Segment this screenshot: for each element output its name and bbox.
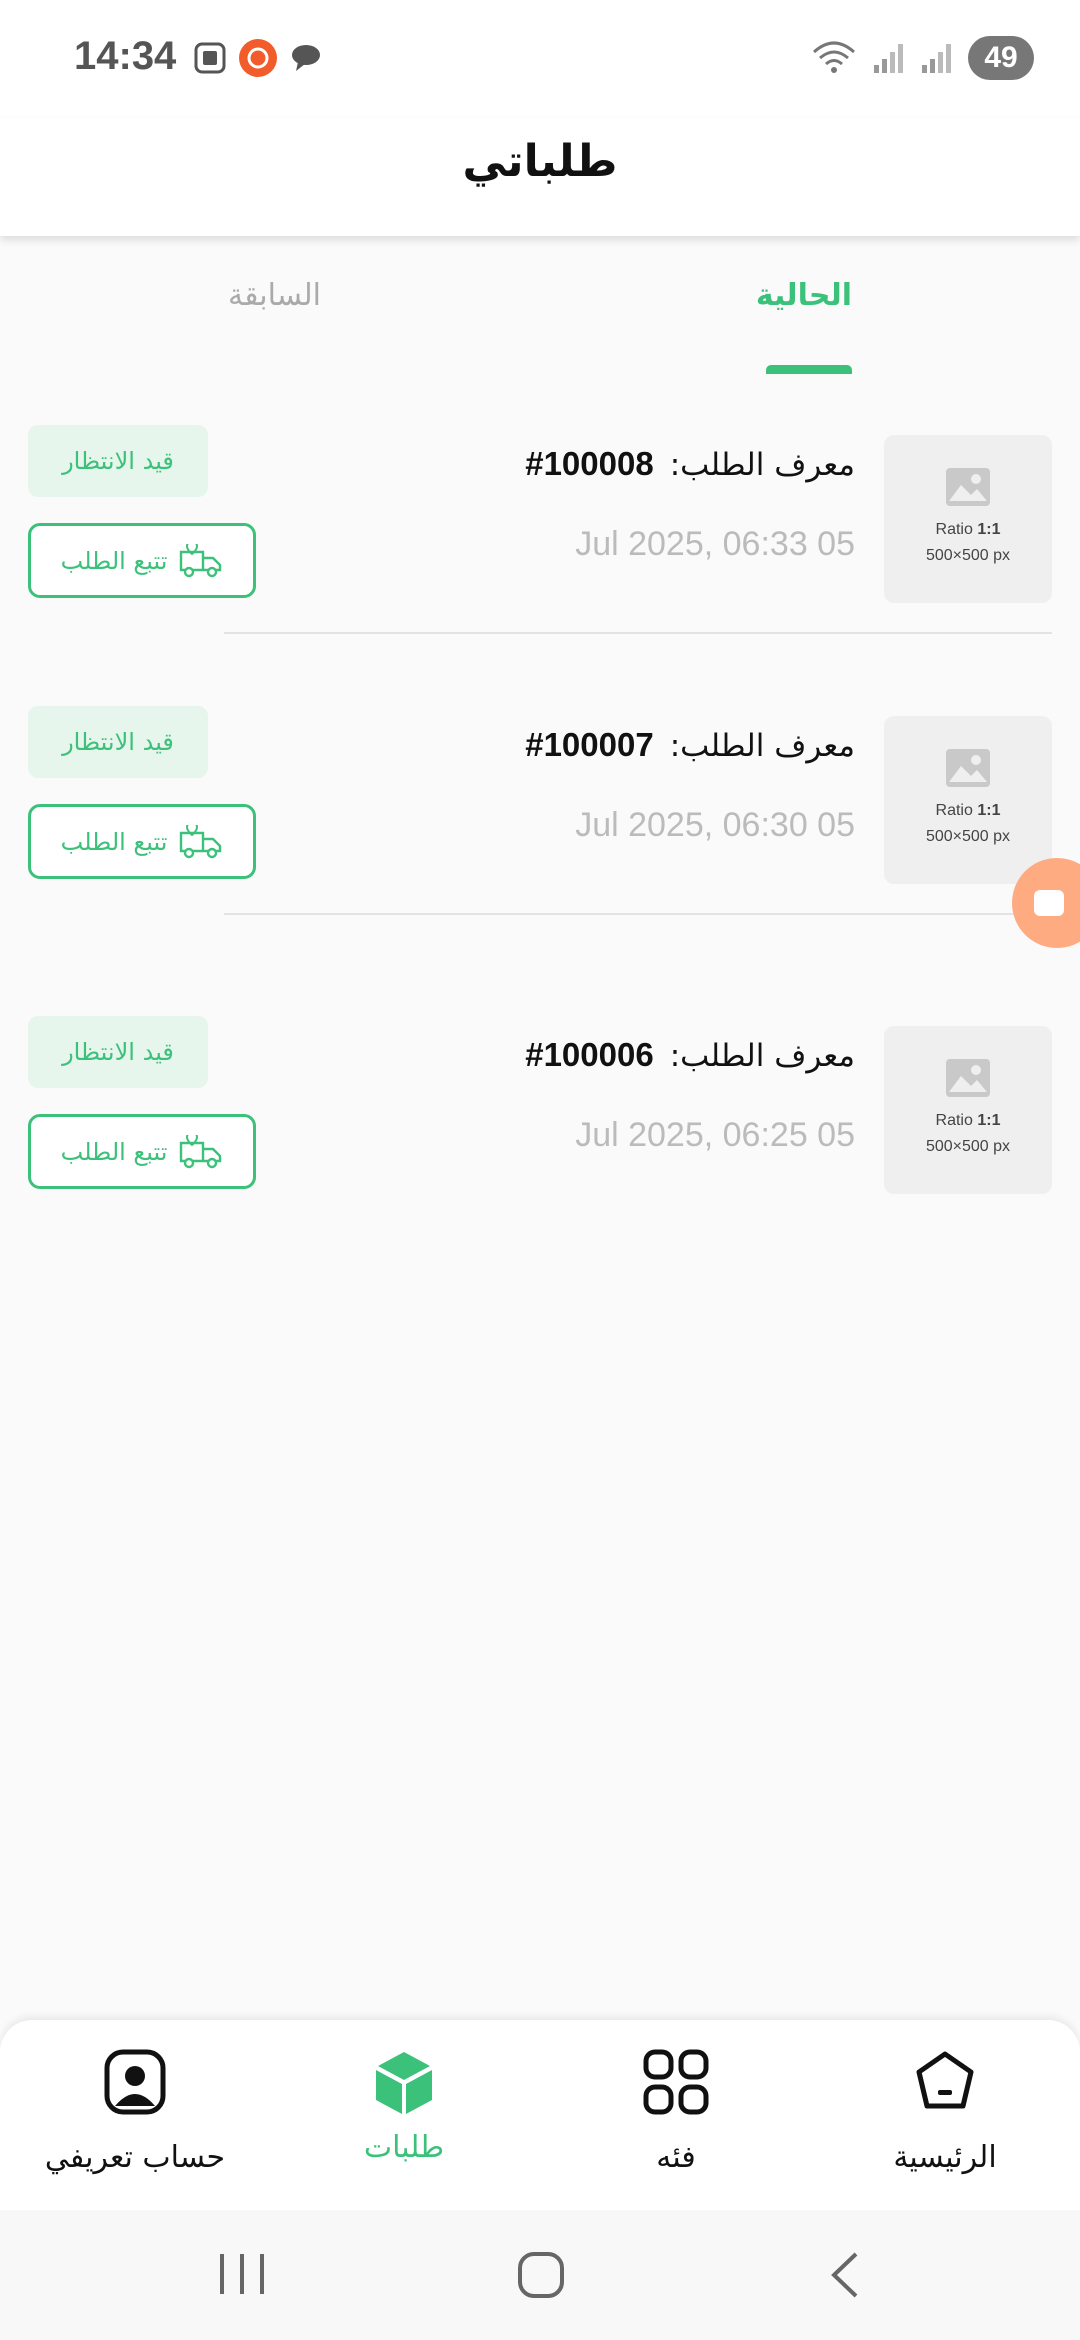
nav-home[interactable]: الرئيسية [835, 2042, 1055, 2175]
track-order-label: تتبع الطلب [60, 827, 168, 856]
order-date: Jul 2025, 06:30 05 [575, 806, 855, 844]
status-badge: قيد الانتظار [28, 1016, 208, 1088]
order-date: Jul 2025, 06:33 05 [575, 525, 855, 563]
order-id-row: معرف الطلب: #100007 [525, 726, 855, 764]
recent-apps-icon[interactable] [212, 2250, 272, 2300]
track-order-label: تتبع الطلب [60, 546, 168, 575]
tab-current[interactable]: الحالية [756, 278, 852, 313]
image-placeholder-icon [946, 749, 990, 787]
order-date: Jul 2025, 06:25 05 [575, 1116, 855, 1154]
home-button-icon[interactable] [516, 2250, 566, 2300]
delivery-truck-icon [180, 543, 222, 577]
active-tab-indicator [766, 365, 852, 374]
thumbnail-ratio: Ratio 1:1 [935, 521, 1001, 538]
profile-icon [104, 2049, 166, 2115]
delivery-truck-icon [180, 1134, 222, 1168]
image-placeholder-icon [946, 1059, 990, 1097]
product-thumbnail: Ratio 1:1 500×500 px [884, 435, 1052, 603]
back-icon[interactable] [826, 2250, 866, 2300]
divider [224, 632, 1052, 634]
order-item[interactable]: Ratio 1:1 500×500 px معرف الطلب: #100006… [0, 1016, 1080, 1216]
delivery-truck-icon [180, 824, 222, 858]
system-status-icons: 49 [810, 36, 1034, 80]
thumbnail-size: 500×500 px [925, 828, 1011, 845]
signal-icon-2 [922, 44, 951, 73]
order-id-row: معرف الطلب: #100008 [525, 445, 855, 483]
order-id: #100006 [525, 1036, 654, 1073]
nav-profile[interactable]: حساب تعريفي [25, 2042, 245, 2175]
video-camera-icon [1034, 890, 1064, 916]
signal-icon [874, 44, 903, 73]
track-order-label: تتبع الطلب [60, 1137, 168, 1166]
order-id-label: معرف الطلب: [669, 1038, 855, 1074]
notification-icons [192, 38, 324, 78]
order-id-row: معرف الطلب: #100006 [525, 1036, 855, 1074]
bottom-navigation: الرئيسية فئه طلبات حساب تعريفي [0, 2020, 1080, 2210]
status-bar: 14:34 49 [0, 0, 1080, 118]
product-thumbnail: Ratio 1:1 500×500 px [884, 1026, 1052, 1194]
app-header: طلباتي [0, 118, 1080, 236]
order-id-label: معرف الطلب: [669, 728, 855, 764]
box-icon [376, 2052, 432, 2114]
screenshot-icon [194, 42, 226, 74]
status-badge: قيد الانتظار [28, 425, 208, 497]
track-order-button[interactable]: تتبع الطلب [28, 804, 256, 879]
nav-profile-label: حساب تعريفي [44, 2140, 226, 2175]
page-title: طلباتي [462, 136, 618, 187]
recorder-icon [239, 39, 277, 77]
thumbnail-size: 500×500 px [925, 547, 1011, 564]
image-placeholder-icon [946, 468, 990, 506]
nav-categories-label: فئه [656, 2140, 696, 2175]
track-order-button[interactable]: تتبع الطلب [28, 1114, 256, 1189]
status-time: 14:34 [74, 34, 177, 78]
order-id: #100008 [525, 445, 654, 482]
order-item[interactable]: Ratio 1:1 500×500 px معرف الطلب: #100008… [0, 425, 1080, 625]
wifi-icon [812, 41, 856, 73]
nav-orders-label: طلبات [363, 2130, 445, 2165]
system-navigation-bar [0, 2210, 1080, 2340]
chat-icon [292, 45, 320, 71]
nav-home-label: الرئيسية [893, 2140, 997, 2175]
thumbnail-ratio: Ratio 1:1 [935, 1112, 1001, 1129]
orders-tabs: الحالية السابقة [0, 240, 1080, 375]
nav-categories[interactable]: فئه [566, 2042, 786, 2175]
divider [224, 913, 1052, 915]
battery-indicator: 49 [968, 36, 1034, 80]
thumbnail-size: 500×500 px [925, 1138, 1011, 1155]
track-order-button[interactable]: تتبع الطلب [28, 523, 256, 598]
order-id-label: معرف الطلب: [669, 447, 855, 483]
thumbnail-ratio: Ratio 1:1 [935, 802, 1001, 819]
home-icon [916, 2051, 974, 2109]
status-badge: قيد الانتظار [28, 706, 208, 778]
product-thumbnail: Ratio 1:1 500×500 px [884, 716, 1052, 884]
grid-icon [643, 2049, 709, 2115]
nav-orders[interactable]: طلبات [294, 2042, 514, 2165]
order-item[interactable]: Ratio 1:1 500×500 px معرف الطلب: #100007… [0, 706, 1080, 906]
tab-previous[interactable]: السابقة [228, 278, 321, 313]
order-id: #100007 [525, 726, 654, 763]
